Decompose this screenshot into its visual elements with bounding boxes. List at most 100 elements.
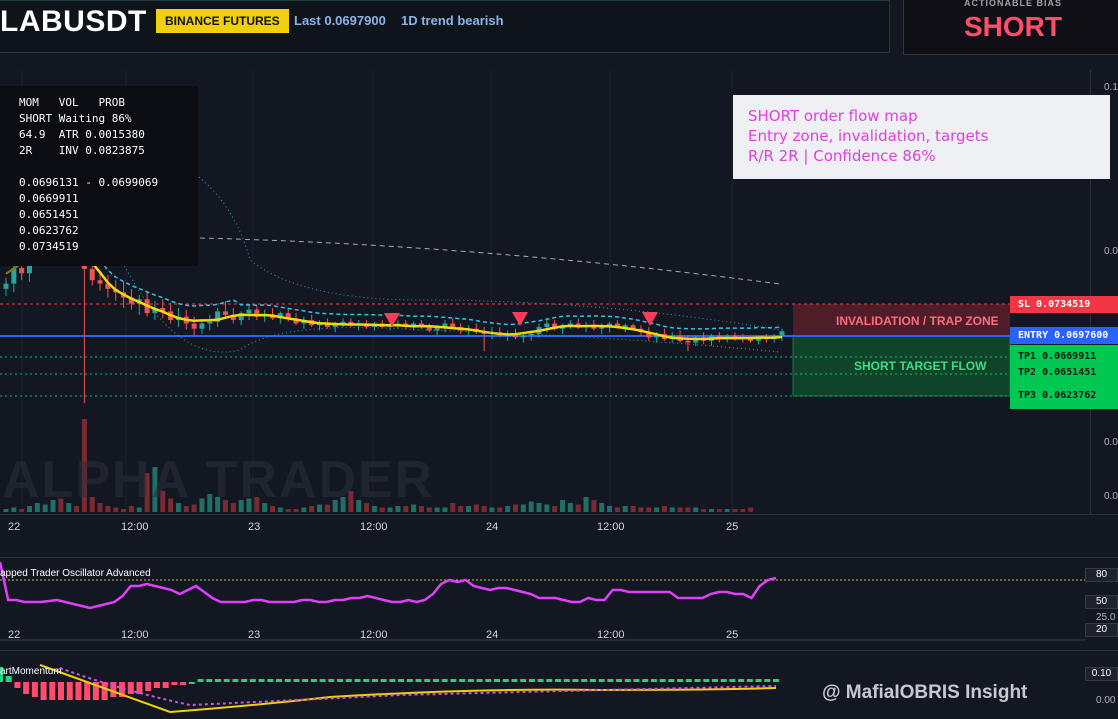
volume-bar <box>607 506 613 512</box>
momentum-bar <box>49 682 56 700</box>
sl-price-tag: SL 0.0734519 <box>1010 296 1118 313</box>
momentum-bar <box>310 679 317 682</box>
volume-bar <box>536 503 542 512</box>
volume-bar <box>701 509 707 512</box>
exchange-badge: BINANCE FUTURES <box>156 9 289 33</box>
candle-body <box>528 333 534 336</box>
tp-tag-group: TP1 0.0669911 TP2 0.0651451 TP3 0.062376… <box>1010 345 1118 409</box>
momentum-bar <box>267 679 274 682</box>
momentum-bar <box>398 679 405 682</box>
candle-body <box>748 339 754 341</box>
momentum-bar <box>14 682 21 688</box>
info-line: 0.0734519 <box>19 240 79 253</box>
x-tick: 24 <box>486 629 499 641</box>
volume-bar <box>567 503 573 512</box>
volume-bar <box>685 507 691 512</box>
candle-body <box>191 323 197 329</box>
volume-bar <box>512 504 518 512</box>
momentum-bar <box>589 679 596 682</box>
momentum-bar <box>432 679 439 682</box>
info-line: 0.0669911 <box>19 192 79 205</box>
last-price: Last 0.0697900 <box>294 13 386 28</box>
momentum-bar <box>84 682 91 700</box>
momentum-bar <box>659 679 666 682</box>
momentum-bar <box>371 679 378 682</box>
short-signal-icon <box>642 312 658 326</box>
momentum-bar <box>214 679 221 682</box>
volume-bar <box>599 503 605 512</box>
momentum-bar <box>729 679 736 682</box>
info-line: 0.0696131 - 0.0699069 <box>19 176 159 189</box>
candle-body <box>544 323 550 327</box>
momentum-bar <box>720 679 727 682</box>
x-tick: 12:00 <box>121 521 149 533</box>
info-line: 0.0651451 <box>19 208 79 221</box>
x-tick: 23 <box>248 629 261 641</box>
candle-body <box>97 280 103 284</box>
momentum-bar <box>249 679 256 682</box>
volume-bar <box>708 509 714 512</box>
momentum-bar <box>738 679 745 682</box>
candle-body <box>19 268 25 274</box>
momentum-bar <box>476 679 483 682</box>
x-tick: 24 <box>486 521 499 533</box>
momentum-bar <box>677 679 684 682</box>
momentum-bar <box>31 682 38 697</box>
momentum-bar <box>66 682 73 700</box>
volume-bar <box>450 503 456 512</box>
momentum-bar <box>110 682 117 697</box>
tp2-price-tag: TP2 0.0651451 <box>1018 367 1097 378</box>
momentum-bar <box>188 682 195 684</box>
volume-bar <box>614 507 620 512</box>
momentum-bar <box>23 682 30 694</box>
volume-bar <box>442 507 448 512</box>
volume-bar <box>544 504 550 512</box>
tp1-price-tag: TP1 0.0669911 <box>1018 351 1097 362</box>
volume-bar <box>473 504 479 512</box>
x-tick: 25 <box>726 521 739 533</box>
x-tick: 12:00 <box>597 521 625 533</box>
volume-bar <box>638 507 644 512</box>
x-tick: 25 <box>726 629 739 641</box>
info-line: MOM VOL PROB <box>19 96 125 109</box>
momentum-bar <box>415 679 422 682</box>
momentum-bar <box>555 679 562 682</box>
volume-bar <box>630 506 636 512</box>
momentum-bar <box>380 679 387 682</box>
momentum-bar <box>171 682 178 685</box>
volume-bar <box>661 506 667 512</box>
volume-bar <box>654 507 660 512</box>
volume-bar <box>622 506 628 512</box>
momentum-bar <box>258 679 265 682</box>
volume-bar <box>693 507 699 512</box>
mom-level-top: 0.10 <box>1085 667 1118 681</box>
volume-bar <box>732 509 738 512</box>
osc-level-80: 80 <box>1085 568 1118 582</box>
y-tick: 0.0 <box>1104 437 1118 448</box>
momentum-bar <box>746 679 753 682</box>
momentum-bar <box>206 679 213 682</box>
symbol-title[interactable]: LABUSDT <box>0 5 147 39</box>
volume-bar <box>740 509 746 512</box>
note-line-1: SHORT order flow map <box>748 107 918 125</box>
momentum-bar <box>223 679 230 682</box>
momentum-bar <box>459 679 466 682</box>
candle-body <box>207 321 213 324</box>
momentum-bar <box>572 679 579 682</box>
candle-body <box>520 335 526 338</box>
momentum-bar <box>180 682 187 685</box>
candle-body <box>450 323 456 327</box>
osc-level-20: 20 <box>1085 623 1118 637</box>
volume-bar <box>646 507 652 512</box>
osc-level-50: 50 <box>1085 595 1118 609</box>
panel-divider <box>0 650 1118 651</box>
x-tick: 22 <box>8 629 21 641</box>
long-ma-line <box>199 237 781 285</box>
candle-body <box>89 268 95 281</box>
momentum-bar <box>75 682 82 700</box>
volume-bar <box>505 506 511 512</box>
volume-bar <box>552 506 558 512</box>
candle-body <box>685 340 691 343</box>
momentum-bar <box>650 679 657 682</box>
momentum-bar <box>345 679 352 682</box>
